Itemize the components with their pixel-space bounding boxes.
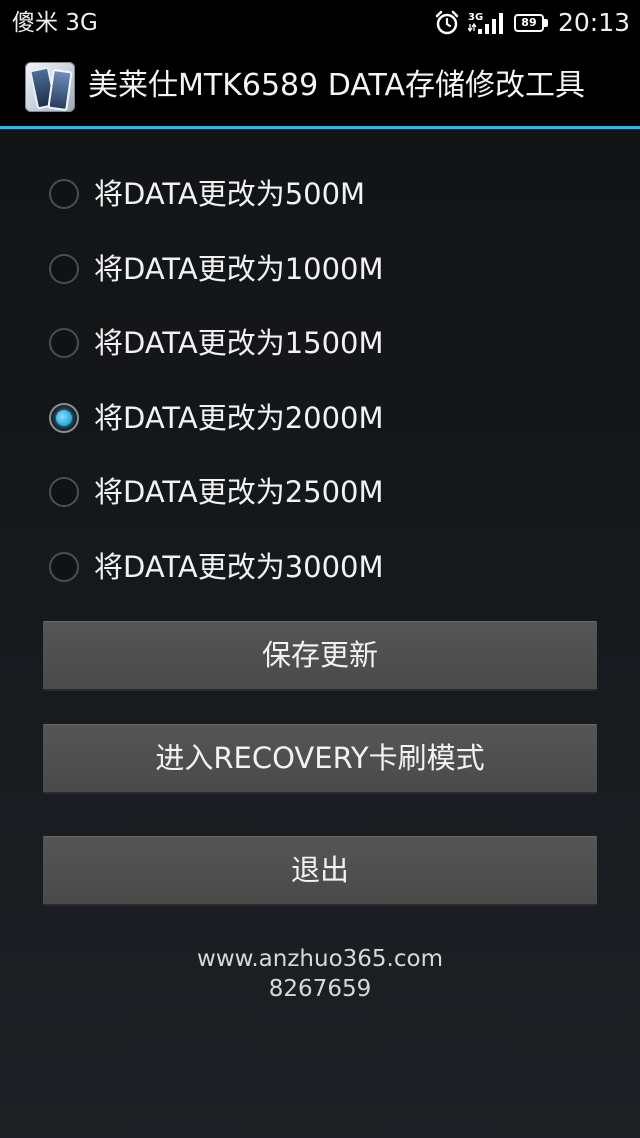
radio-label[interactable]: 将DATA更改为1000M [94,249,384,289]
radio-option-1000m[interactable]: 将DATA更改为1000M [0,233,640,308]
signal-icon: 3G [467,10,506,36]
size-radio-group: 将DATA更改为500M 将DATA更改为1000M 将DATA更改为1500M… [0,158,640,606]
carrier-label: 傻米 3G [12,10,98,36]
save-button[interactable]: 保存更新 [43,621,597,691]
alarm-icon [434,10,460,36]
network-type-label: 3G [468,12,483,23]
radio-label[interactable]: 将DATA更改为2500M [94,472,384,512]
radio-label[interactable]: 将DATA更改为1500M [94,323,384,363]
app-title: 美莱仕MTK6589 DATA存储修改工具 [88,68,586,103]
radio-option-2500m[interactable]: 将DATA更改为2500M [0,456,640,531]
radio-button-selected[interactable] [49,402,79,433]
action-bar-divider [0,126,640,129]
radio-option-1500m[interactable]: 将DATA更改为1500M [0,307,640,382]
action-bar: 美莱仕MTK6589 DATA存储修改工具 [0,46,640,126]
battery-level: 89 [521,16,537,29]
radio-label[interactable]: 将DATA更改为2000M [94,398,384,438]
radio-label[interactable]: 将DATA更改为500M [94,174,365,214]
exit-button[interactable]: 退出 [43,836,597,906]
radio-button[interactable] [49,477,79,508]
app-screen: 傻米 3G 3G 89 20:13 美莱仕MTK6589 DATA存储修改工具 … [0,0,640,1138]
radio-button[interactable] [49,179,79,209]
radio-label[interactable]: 将DATA更改为3000M [94,547,384,587]
radio-option-3000m[interactable]: 将DATA更改为3000M [0,531,640,606]
app-icon[interactable] [25,62,75,112]
radio-button[interactable] [49,551,79,582]
radio-button[interactable] [49,253,79,284]
recovery-mode-button[interactable]: 进入RECOVERY卡刷模式 [43,724,597,794]
radio-option-500m[interactable]: 将DATA更改为500M [0,158,640,233]
footer-code: 8267659 [268,976,372,1002]
footer-url: www.anzhuo365.com [197,946,443,972]
radio-option-2000m[interactable]: 将DATA更改为2000M [0,382,640,457]
radio-button[interactable] [49,328,79,359]
battery-icon: 89 [513,12,550,34]
clock: 20:13 [557,8,630,37]
footer: www.anzhuo365.com 8267659 [0,944,640,1004]
status-bar: 傻米 3G 3G 89 20:13 [0,0,640,46]
status-icons: 3G 89 20:13 [434,7,630,39]
